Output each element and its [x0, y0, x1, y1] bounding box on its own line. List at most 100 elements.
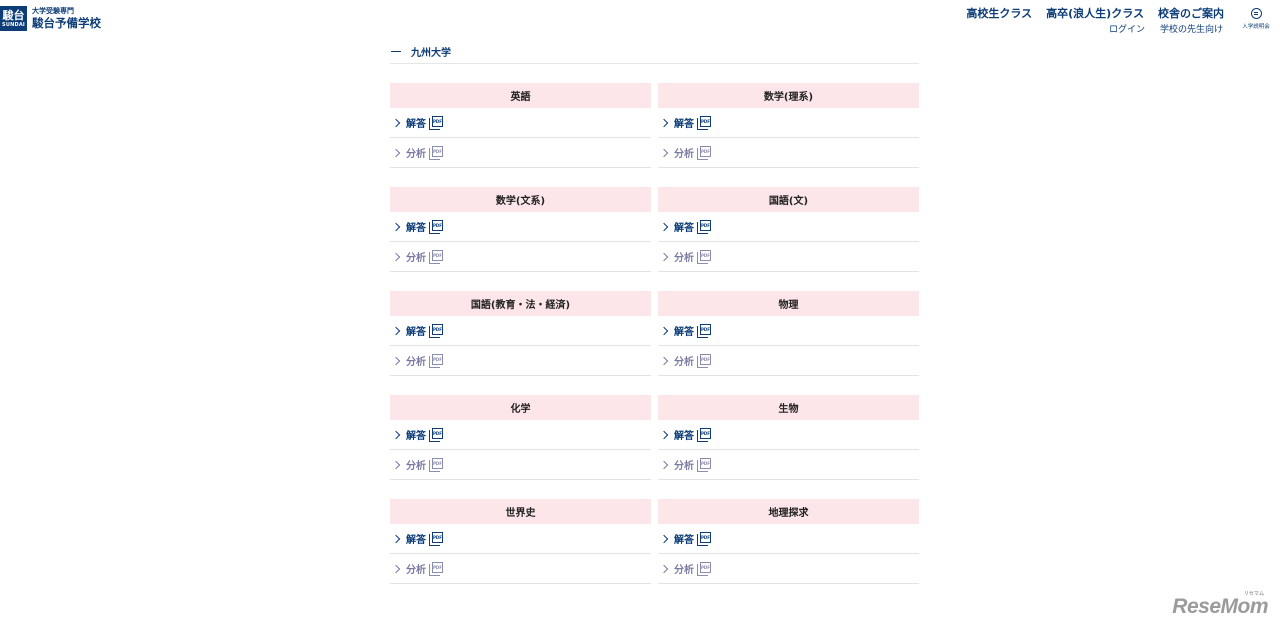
chevron-right-icon [391, 430, 401, 439]
answer-label: 解答 [674, 223, 694, 234]
logo-title: 駿台予備学校 [32, 16, 101, 30]
briefing-label: 入学説明会 [1242, 24, 1270, 30]
nav-for-teachers[interactable]: 学校の先生向け [1160, 22, 1223, 35]
analysis-label: 分析 [406, 253, 426, 264]
answer-pdf-link[interactable]: 解答 PDF [390, 108, 651, 138]
analysis-pdf-link[interactable]: 分析 PDF [390, 554, 651, 584]
watermark-text: ReseMom [1172, 595, 1268, 618]
logo-text: 大学受験専門 駿台予備学校 [32, 7, 101, 30]
analysis-pdf-link[interactable]: 分析 PDF [658, 346, 919, 376]
subject-heading: 生物 [658, 395, 919, 420]
answer-pdf-link[interactable]: 解答 PDF [658, 108, 919, 138]
analysis-label: 分析 [674, 253, 694, 264]
analysis-pdf-link[interactable]: 分析 PDF [658, 450, 919, 480]
chevron-right-icon [659, 118, 669, 127]
subject-card: 英語 解答 PDF 分析 PDF [390, 83, 651, 168]
pdf-badge: PDF [432, 427, 443, 439]
subject-card: 化学 解答 PDF 分析 PDF [390, 395, 651, 480]
pdf-icon: PDF [429, 353, 443, 368]
answer-label: 解答 [406, 327, 426, 338]
subject-card: 世界史 解答 PDF 分析 PDF [390, 499, 651, 584]
subject-card: 物理 解答 PDF 分析 PDF [658, 291, 919, 376]
nav-login[interactable]: ログイン [1109, 22, 1145, 35]
analysis-pdf-link[interactable]: 分析 PDF [658, 242, 919, 272]
analysis-pdf-link[interactable]: 分析 PDF [390, 242, 651, 272]
answer-pdf-link[interactable]: 解答 PDF [658, 212, 919, 242]
watermark-logo: ReseMom リセマム [1172, 591, 1268, 619]
pdf-icon: PDF [429, 531, 443, 546]
nav-campus-guide[interactable]: 校舎のご案内 [1158, 5, 1224, 21]
main-nav: 高校生クラス 高卒(浪人生)クラス 校舎のご案内 [966, 5, 1224, 21]
pdf-icon: PDF [429, 427, 443, 442]
logo-roman: SUNDAI [2, 21, 25, 28]
answer-pdf-link[interactable]: 解答 PDF [390, 524, 651, 554]
pdf-badge: PDF [700, 145, 711, 157]
analysis-label: 分析 [406, 149, 426, 160]
subject-heading: 世界史 [390, 499, 651, 524]
chevron-right-icon [391, 222, 401, 231]
analysis-label: 分析 [674, 357, 694, 368]
subject-card: 国語(教育・法・経済) 解答 PDF 分析 PDF [390, 291, 651, 376]
chevron-right-icon [391, 564, 401, 573]
chevron-right-icon [659, 326, 669, 335]
pdf-badge: PDF [700, 427, 711, 439]
subject-grid: 英語 解答 PDF 分析 PDF 数学(理系) 解答 PDF 分析 PDF 数学(文系) 解答 PDF 分… [390, 83, 919, 584]
briefing-button[interactable]: 入学説明会 [1236, 8, 1276, 30]
answer-label: 解答 [406, 535, 426, 546]
subject-card: 数学(文系) 解答 PDF 分析 PDF [390, 187, 651, 272]
site-logo[interactable]: 駿台 SUNDAI 大学受験専門 駿台予備学校 [0, 6, 101, 31]
pdf-badge: PDF [700, 115, 711, 127]
nav-graduate-class[interactable]: 高卒(浪人生)クラス [1046, 5, 1144, 21]
analysis-pdf-link[interactable]: 分析 PDF [390, 138, 651, 168]
pdf-badge: PDF [700, 323, 711, 335]
answer-pdf-link[interactable]: 解答 PDF [390, 420, 651, 450]
subject-heading: 地理探求 [658, 499, 919, 524]
analysis-label: 分析 [406, 357, 426, 368]
analysis-pdf-link[interactable]: 分析 PDF [658, 138, 919, 168]
chevron-right-icon [391, 534, 401, 543]
pdf-icon: PDF [697, 323, 711, 338]
answer-pdf-link[interactable]: 解答 PDF [658, 524, 919, 554]
chevron-right-icon [391, 118, 401, 127]
answer-pdf-link[interactable]: 解答 PDF [390, 316, 651, 346]
pdf-icon: PDF [429, 115, 443, 130]
analysis-label: 分析 [674, 149, 694, 160]
pdf-badge: PDF [432, 457, 443, 469]
pdf-icon: PDF [429, 457, 443, 472]
analysis-label: 分析 [406, 461, 426, 472]
answer-label: 解答 [406, 119, 426, 130]
pdf-icon: PDF [429, 145, 443, 160]
analysis-pdf-link[interactable]: 分析 PDF [390, 346, 651, 376]
pdf-badge: PDF [700, 531, 711, 543]
subject-card: 国語(文) 解答 PDF 分析 PDF [658, 187, 919, 272]
subject-card: 地理探求 解答 PDF 分析 PDF [658, 499, 919, 584]
answer-pdf-link[interactable]: 解答 PDF [658, 420, 919, 450]
nav-high-school-class[interactable]: 高校生クラス [966, 5, 1032, 21]
analysis-pdf-link[interactable]: 分析 PDF [658, 554, 919, 584]
subject-heading: 物理 [658, 291, 919, 316]
subject-card: 数学(理系) 解答 PDF 分析 PDF [658, 83, 919, 168]
chevron-right-icon [659, 564, 669, 573]
pdf-badge: PDF [700, 219, 711, 231]
pdf-badge: PDF [432, 561, 443, 573]
pdf-icon: PDF [697, 249, 711, 264]
pdf-icon: PDF [697, 219, 711, 234]
pdf-icon: PDF [697, 561, 711, 576]
pdf-badge: PDF [432, 353, 443, 365]
answer-pdf-link[interactable]: 解答 PDF [658, 316, 919, 346]
pdf-icon: PDF [429, 219, 443, 234]
answer-pdf-link[interactable]: 解答 PDF [390, 212, 651, 242]
subject-heading: 国語(文) [658, 187, 919, 212]
analysis-pdf-link[interactable]: 分析 PDF [390, 450, 651, 480]
breadcrumb: 九州大学 [390, 40, 919, 64]
pdf-badge: PDF [432, 249, 443, 261]
chevron-right-icon [391, 148, 401, 157]
pdf-icon: PDF [697, 457, 711, 472]
subject-heading: 数学(理系) [658, 83, 919, 108]
answer-label: 解答 [406, 223, 426, 234]
pdf-badge: PDF [432, 531, 443, 543]
subject-heading: 数学(文系) [390, 187, 651, 212]
main-content: 九州大学 英語 解答 PDF 分析 PDF 数学(理系) 解答 PDF 分析 PDF 数学(文系) 解… [390, 40, 919, 584]
pdf-icon: PDF [429, 249, 443, 264]
pdf-icon: PDF [697, 531, 711, 546]
